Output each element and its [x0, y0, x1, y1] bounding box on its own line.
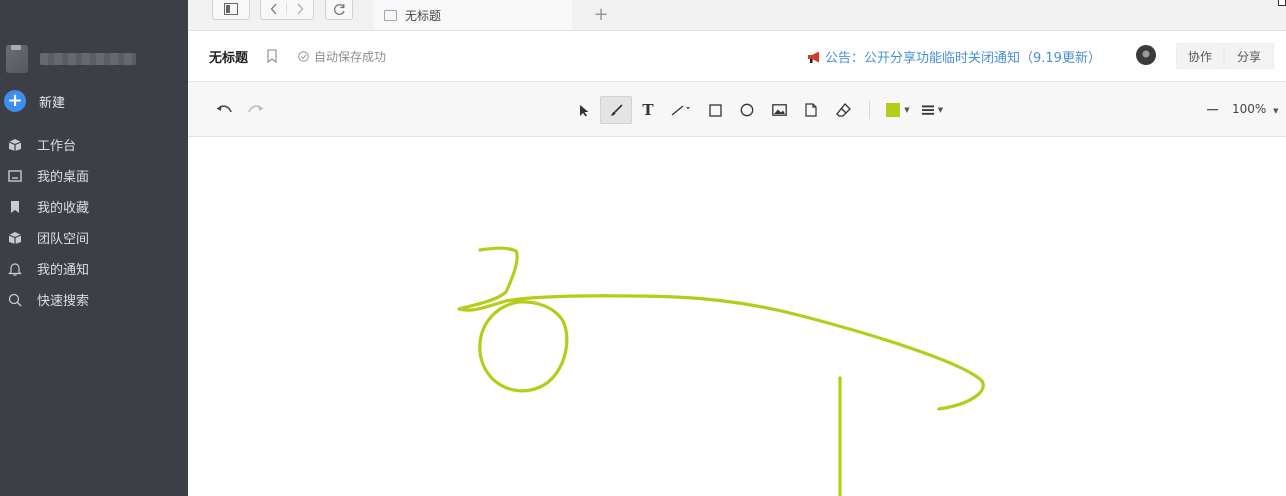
history-nav-group: [260, 0, 314, 20]
document-title[interactable]: 无标题: [209, 47, 248, 66]
drawing-layer: [457, 246, 985, 496]
chevron-right-icon: [297, 3, 304, 15]
file-icon: [805, 103, 817, 117]
layout-toggle-button[interactable]: [212, 0, 250, 20]
bookmark-toggle-icon[interactable]: [267, 48, 281, 64]
brush-icon: [610, 103, 623, 116]
line-tool[interactable]: [664, 96, 700, 124]
tab-bar: 无标题 +: [188, 0, 1286, 31]
zoom-level-dropdown[interactable]: 100% ▼: [1232, 102, 1279, 116]
zoom-level-text: 100%: [1232, 102, 1267, 116]
avatar[interactable]: [1136, 45, 1156, 65]
user-profile[interactable]: [6, 45, 136, 73]
bookmark-icon: [7, 199, 23, 215]
ink-stroke-curl: [457, 246, 985, 411]
user-name-redacted: [40, 53, 136, 65]
app-window: + 新建 工作台 我的桌面 我的收藏 团队空间 我的通知 快速搜索 无标题 + …: [0, 0, 1286, 496]
save-status: 自动保存成功: [298, 48, 386, 65]
eraser-icon: [835, 103, 851, 117]
announcement-text: 公告：公开分享功能临时关闭通知（9.19更新）: [825, 51, 1101, 66]
reload-icon: [333, 3, 345, 15]
caret-down-icon: ▼: [937, 106, 944, 114]
whiteboard-tab-icon: [384, 9, 397, 21]
caret-down-icon: ▼: [1273, 107, 1279, 115]
save-status-text: 自动保存成功: [314, 50, 387, 64]
back-button[interactable]: [261, 3, 287, 15]
file-tool[interactable]: [795, 96, 827, 124]
cursor-arrow-icon: [580, 104, 589, 116]
color-swatch: [886, 103, 901, 117]
eraser-tool[interactable]: [827, 96, 859, 124]
whiteboard-canvas[interactable]: [188, 137, 1286, 496]
caret-down-icon: ▼: [904, 106, 910, 114]
search-icon: [7, 292, 23, 308]
circle-icon: [740, 103, 754, 117]
select-tool[interactable]: [568, 96, 600, 124]
sidebar: + 新建 工作台 我的桌面 我的收藏 团队空间 我的通知 快速搜索: [0, 0, 188, 496]
plus-icon: +: [4, 90, 26, 112]
avatar[interactable]: [6, 45, 28, 73]
color-picker[interactable]: ▼: [880, 96, 916, 124]
zoom-out-button[interactable]: [1204, 96, 1220, 124]
cube-icon: [7, 230, 23, 246]
sidebar-item-label: 快速搜索: [37, 294, 90, 309]
line-icon: [671, 105, 690, 116]
ink-stroke-loop: [478, 300, 569, 393]
announcement-link[interactable]: 公告：公开分享功能临时关闭通知（9.19更新）: [807, 47, 1101, 66]
drawing-toolbar: T ▼ ▼ 100% ▼: [188, 82, 1286, 137]
sidebar-item-workbench[interactable]: 工作台: [0, 129, 188, 160]
redo-icon: [248, 105, 264, 113]
document-header: 无标题 自动保存成功 公告：公开分享功能临时关闭通知（9.19更新） 协作 分享: [188, 31, 1286, 82]
toolbar-divider: [869, 101, 870, 119]
sidebar-nav: 工作台 我的桌面 我的收藏 团队空间 我的通知 快速搜索: [0, 129, 188, 315]
sidebar-item-label: 我的收藏: [37, 201, 90, 216]
image-tool[interactable]: [763, 96, 795, 124]
layout-icon: [224, 3, 238, 15]
text-tool[interactable]: T: [632, 96, 664, 124]
sidebar-item-quick-search[interactable]: 快速搜索: [0, 284, 188, 315]
box-icon: [7, 137, 23, 153]
undo-icon: [216, 105, 232, 113]
reload-button[interactable]: [325, 0, 353, 20]
undo-button[interactable]: [208, 96, 240, 124]
new-button[interactable]: + 新建: [4, 89, 65, 113]
window-corner-icon: [1278, 0, 1286, 6]
sidebar-item-label: 团队空间: [37, 232, 90, 247]
minus-icon: [1206, 109, 1218, 111]
chevron-left-icon: [270, 3, 276, 15]
megaphone-icon: [808, 51, 819, 63]
redo-button[interactable]: [240, 96, 272, 124]
square-icon: [708, 103, 722, 117]
sidebar-item-notifications[interactable]: 我的通知: [0, 253, 188, 284]
sidebar-item-my-desktop[interactable]: 我的桌面: [0, 160, 188, 191]
tab-title: 无标题: [405, 8, 442, 23]
stroke-width-picker[interactable]: ▼: [915, 96, 949, 124]
collaborate-button[interactable]: 协作: [1176, 43, 1224, 69]
pen-tool[interactable]: [600, 96, 632, 124]
tab-untitled[interactable]: 无标题: [374, 0, 572, 30]
share-button[interactable]: 分享: [1224, 43, 1274, 69]
ellipse-tool[interactable]: [731, 96, 763, 124]
new-button-label: 新建: [39, 95, 66, 111]
sidebar-item-team-space[interactable]: 团队空间: [0, 222, 188, 253]
new-tab-button[interactable]: +: [592, 3, 610, 25]
sidebar-item-label: 我的桌面: [37, 170, 90, 185]
rectangle-tool[interactable]: [699, 96, 731, 124]
desktop-icon: [7, 168, 23, 184]
sidebar-item-label: 工作台: [37, 139, 77, 154]
image-icon: [771, 104, 787, 116]
stroke-width-icon: [921, 105, 934, 115]
check-circle-icon: [298, 51, 309, 62]
bell-icon: [7, 261, 23, 277]
text-t-icon: T: [642, 101, 654, 119]
sidebar-item-label: 我的通知: [37, 263, 90, 278]
sidebar-item-favorites[interactable]: 我的收藏: [0, 191, 188, 222]
forward-button[interactable]: [287, 3, 313, 15]
